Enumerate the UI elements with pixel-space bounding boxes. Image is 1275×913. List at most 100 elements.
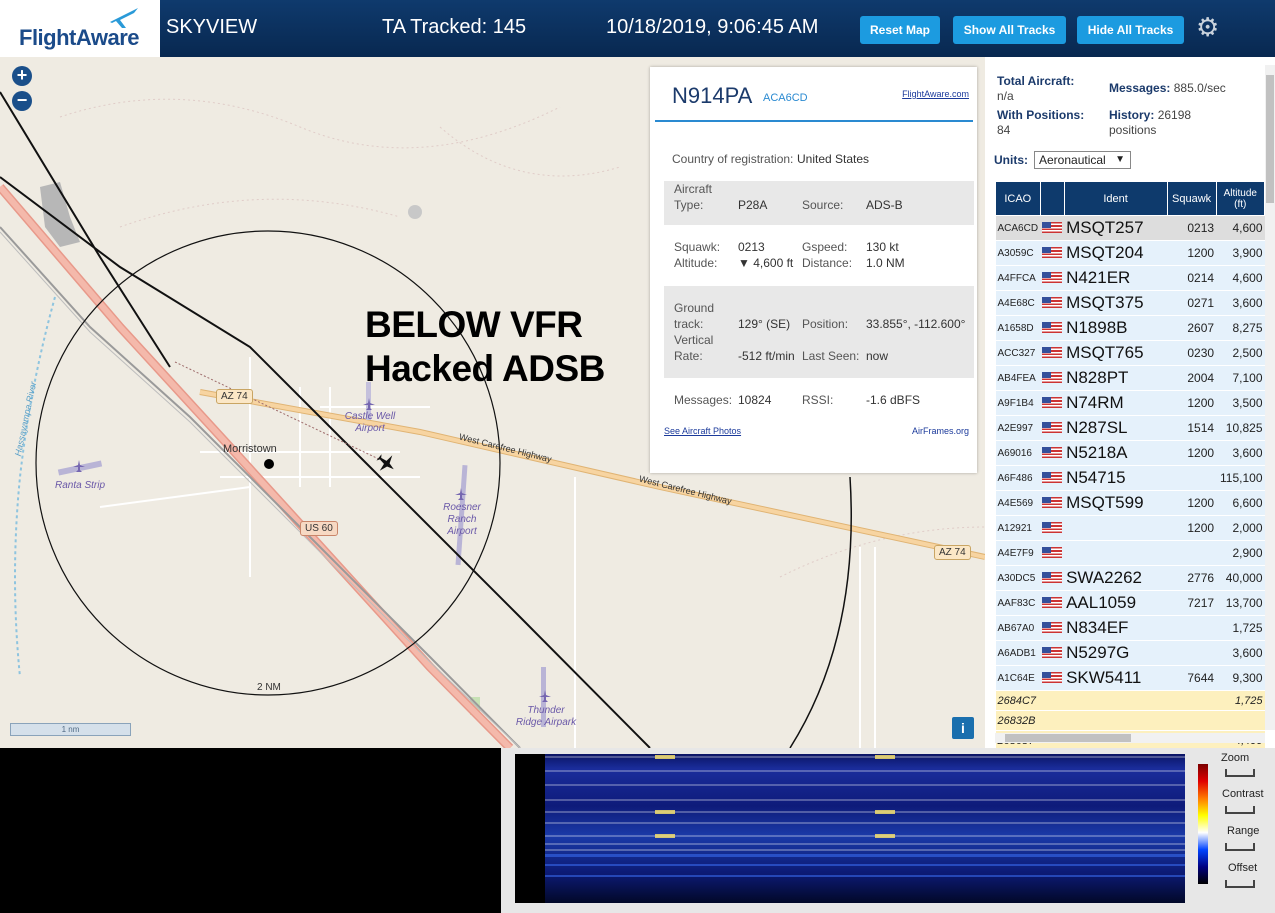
row-squawk	[1167, 640, 1217, 666]
map-scale-bar: 1 nm	[10, 723, 131, 736]
flightaware-logo[interactable]: FlightAware	[0, 0, 160, 57]
scrollbar-thumb[interactable]	[1266, 75, 1274, 203]
row-icao: 2684C7	[995, 690, 1041, 711]
row-icao: A6ADB1	[995, 640, 1041, 666]
row-squawk: 7217	[1167, 590, 1217, 616]
place-roesner-ranch-airport: Roesner Ranch Airport	[443, 502, 481, 537]
table-row[interactable]: AB4FEA N828PT 2004 7,100	[995, 365, 1265, 391]
aircraft-icon[interactable]	[374, 451, 398, 475]
table-row[interactable]: A9F1B4 N74RM 1200 3,500	[995, 390, 1265, 416]
row-ident: N828PT	[1064, 365, 1168, 391]
table-row[interactable]: A30DC5 SWA2262 2776 40,000	[995, 565, 1265, 591]
road-sign-us60: US 60	[300, 521, 338, 536]
scrollbar-thumb[interactable]	[1005, 734, 1131, 742]
waterfall-image	[545, 754, 1185, 903]
row-altitude: 40,000	[1216, 565, 1265, 591]
distance-value: 1.0 NM	[866, 256, 905, 270]
table-row-no-position[interactable]: 26832B	[995, 710, 1265, 731]
table-row[interactable]: A6F486 N54715 115,100	[995, 465, 1265, 491]
table-row[interactable]: AB67A0 N834EF 1,725	[995, 615, 1265, 641]
row-altitude: 1,725	[1216, 690, 1265, 711]
distance-label: Distance:	[802, 256, 853, 270]
gear-icon[interactable]: ⚙	[1196, 14, 1219, 40]
row-altitude: 13,700	[1216, 590, 1265, 616]
aircraft-icao: ACA6CD	[763, 92, 808, 104]
units-select[interactable]: Aeronautical ▼	[1034, 151, 1131, 169]
aircraft-detail-popup: N914PA ACA6CD FlightAware.com Country of…	[650, 67, 977, 473]
col-flag[interactable]	[1039, 181, 1065, 216]
table-row[interactable]: AAF83C AAL1059 7217 13,700	[995, 590, 1265, 616]
range-slider[interactable]	[1225, 843, 1255, 851]
row-altitude: 8,275	[1216, 315, 1265, 341]
row-altitude: 7,100	[1216, 365, 1265, 391]
annotation-line-1: BELOW VFR	[365, 304, 583, 345]
row-altitude: 9,300	[1216, 665, 1265, 691]
airframes-link[interactable]: AirFrames.org	[912, 426, 969, 436]
place-castle-well-airport: Castle Well Airport	[344, 411, 396, 434]
brand-name: FlightAware	[19, 25, 140, 50]
zoom-in-button[interactable]: +	[12, 66, 32, 86]
row-altitude: 115,100	[1216, 465, 1265, 491]
table-row[interactable]: A4E68C MSQT375 0271 3,600	[995, 290, 1265, 316]
table-row[interactable]: A2E997 N287SL 1514 10,825	[995, 415, 1265, 441]
row-ident: MSQT257	[1064, 215, 1168, 241]
table-row[interactable]: A12921 1200 2,000	[995, 515, 1265, 541]
table-vertical-scrollbar[interactable]	[1265, 65, 1275, 730]
table-row[interactable]: A4FFCA N421ER 0214 4,600	[995, 265, 1265, 291]
flag-us-icon	[1040, 215, 1065, 241]
airport-plane-icon	[363, 398, 375, 410]
total-aircraft-label: Total Aircraft:	[997, 74, 1075, 88]
offset-slider[interactable]	[1225, 880, 1255, 888]
seen-label: Last Seen:	[802, 349, 860, 363]
range-ring-label: 2 NM	[257, 682, 281, 693]
row-ident: AAL1059	[1064, 590, 1168, 616]
squawk-value: 0213	[738, 240, 765, 254]
table-horizontal-scrollbar[interactable]	[995, 733, 1265, 743]
zoom-slider[interactable]	[1225, 769, 1255, 777]
see-aircraft-photos-link[interactable]: See Aircraft Photos	[664, 426, 741, 436]
zoom-out-button[interactable]: −	[12, 91, 32, 111]
table-row[interactable]: ACA6CD MSQT257 0213 4,600	[995, 215, 1265, 241]
col-icao[interactable]: ICAO	[995, 181, 1041, 216]
seen-value: now	[866, 349, 889, 363]
source-label: Source:	[802, 198, 844, 212]
row-altitude: 3,600	[1216, 440, 1265, 466]
row-squawk: 0213	[1167, 215, 1217, 241]
flightaware-link[interactable]: FlightAware.com	[902, 89, 969, 99]
offset-control-label: Offset	[1228, 862, 1258, 874]
table-row[interactable]: A4E569 MSQT599 1200 6,600	[995, 490, 1265, 516]
col-squawk[interactable]: Squawk	[1166, 181, 1217, 216]
col-altitude[interactable]: Altitude (ft)	[1215, 181, 1266, 216]
table-row[interactable]: A1658D N1898B 2607 8,275	[995, 315, 1265, 341]
table-row[interactable]: A4E7F9 2,900	[995, 540, 1265, 566]
row-altitude: 1,725	[1216, 615, 1265, 641]
flag-us-icon	[1040, 640, 1065, 666]
annotation-line-2: Hacked ADSB	[365, 348, 605, 389]
hide-all-tracks-button[interactable]: Hide All Tracks	[1077, 16, 1184, 44]
spectrum-panel: Zoom Contrast Range Offset	[501, 748, 1275, 913]
table-row[interactable]: A69016 N5218A 1200 3,600	[995, 440, 1265, 466]
row-icao: AAF83C	[995, 590, 1041, 616]
source-value: ADS-B	[866, 198, 903, 212]
road-sign-az74-east: AZ 74	[934, 545, 971, 560]
row-altitude: 3,600	[1216, 640, 1265, 666]
row-squawk: 1200	[1167, 440, 1217, 466]
row-squawk	[1167, 540, 1217, 566]
col-ident[interactable]: Ident	[1063, 181, 1168, 216]
row-altitude: 3,500	[1216, 390, 1265, 416]
map-info-button[interactable]: i	[952, 717, 974, 739]
with-positions-value: 84	[997, 123, 1011, 137]
table-row-no-position[interactable]: 2684C7 1,725	[995, 690, 1265, 711]
row-squawk: 0271	[1167, 290, 1217, 316]
row-ident: MSQT204	[1064, 240, 1168, 266]
show-all-tracks-button[interactable]: Show All Tracks	[953, 16, 1066, 44]
table-row[interactable]: A3059C MSQT204 1200 3,900	[995, 240, 1265, 266]
row-ident: MSQT765	[1064, 340, 1168, 366]
table-row[interactable]: ACC327 MSQT765 0230 2,500	[995, 340, 1265, 366]
table-row[interactable]: A6ADB1 N5297G 3,600	[995, 640, 1265, 666]
contrast-slider[interactable]	[1225, 806, 1255, 814]
table-row[interactable]: A1C64E SKW5411 7644 9,300	[995, 665, 1265, 691]
row-icao: ACC327	[995, 340, 1041, 366]
reset-map-button[interactable]: Reset Map	[860, 16, 940, 44]
flag-us-icon	[1040, 615, 1065, 641]
